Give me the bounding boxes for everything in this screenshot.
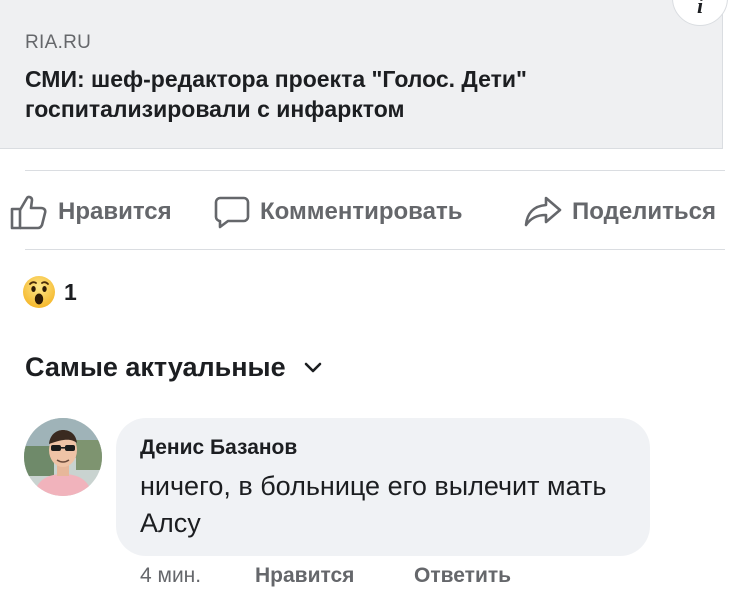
comment-label: Комментировать	[260, 198, 463, 225]
chevron-down-icon	[304, 362, 321, 372]
link-domain: RIA.RU	[25, 32, 92, 53]
comment-bubble: Денис Базанов ничего, в больнице его выл…	[116, 418, 650, 556]
comment-button[interactable]: Комментировать	[214, 192, 462, 232]
share-label: Поделиться	[572, 198, 717, 225]
reactions-summary[interactable]: 1	[22, 275, 77, 309]
avatar-image	[24, 418, 102, 496]
link-preview-card[interactable]: RIA.RU СМИ: шеф-редактора проекта "Голос…	[0, 0, 723, 149]
divider	[25, 170, 725, 171]
comment-reply-button[interactable]: Ответить	[414, 564, 511, 588]
info-glyph: i	[696, 0, 704, 18]
comment-text: ничего, в больнице его вылечит мать Алсу	[140, 471, 607, 538]
comment-icon	[214, 196, 250, 229]
link-headline[interactable]: СМИ: шеф-редактора проекта "Голос. Дети"…	[25, 64, 685, 124]
comment-sort-dropdown[interactable]: Самые актуальные	[25, 352, 322, 383]
divider	[25, 249, 725, 250]
share-button[interactable]: Поделиться	[524, 192, 716, 232]
thumbs-up-icon	[10, 195, 47, 230]
comment-timestamp[interactable]: 4 мин.	[140, 564, 201, 588]
comment-like-button[interactable]: Нравится	[255, 564, 354, 588]
share-icon	[524, 196, 562, 227]
sort-label: Самые актуальные	[25, 352, 286, 382]
wow-emoji-icon	[23, 276, 55, 308]
reaction-count: 1	[64, 278, 77, 305]
comment-author[interactable]: Денис Базанов	[140, 436, 297, 460]
like-label: Нравится	[58, 198, 172, 225]
avatar[interactable]	[24, 418, 102, 496]
like-button[interactable]: Нравится	[10, 192, 172, 232]
